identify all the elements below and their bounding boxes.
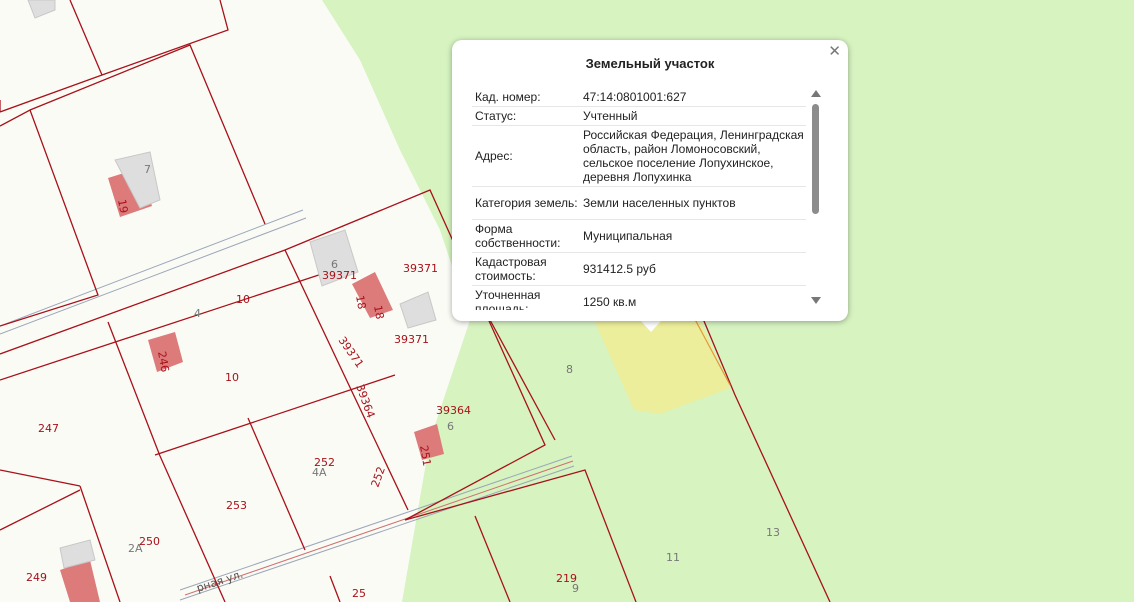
map-label: 249 [26,571,47,584]
table-row: Форма собственности: Муниципальная [472,220,806,253]
map-label: 253 [226,499,247,512]
map-label: 4А [312,466,327,479]
scrollbar-thumb[interactable] [812,104,819,214]
map-label: 39364 [436,404,471,417]
map-label: 19 [115,198,130,214]
scroll-down-icon[interactable] [811,297,821,304]
info-popup: ✕ Земельный участок Кад. номер: 47:14:08… [452,40,848,321]
row-value: 1250 кв.м [583,295,637,309]
map-label: 39371 [336,334,367,370]
map-label: 6 [447,420,454,433]
map-label: 6 [331,258,338,271]
buildings[interactable] [60,168,444,602]
row-key: Уточненная площадь: [475,288,541,310]
row-key: Категория земель: [475,196,578,210]
row-value: 931412.5 руб [583,262,656,276]
map-label: 9 [572,582,579,595]
row-value: Муниципальная [583,229,673,243]
map-label: 18 [371,304,386,320]
scroll-up-icon[interactable] [811,90,821,97]
row-value: 47:14:0801001:627 [583,90,687,104]
map-label: 10 [225,371,239,384]
map-label: 11 [666,551,680,564]
map-label: 39371 [403,262,438,275]
map-label: 18 [353,294,368,310]
map-label: 7 [144,163,151,176]
row-value: Российская Федерация, Ленинградская обла… [583,128,804,184]
map-label: 251 [417,444,433,467]
attributes-table[interactable]: Кад. номер: 47:14:0801001:627 Статус: Уч… [472,88,806,310]
map-label: 8 [566,363,573,376]
table-row: Статус: Учтенный [472,107,806,126]
map-label: 252 [369,465,388,489]
map-label: 25 [352,587,366,600]
table-row: Адрес: Российская Федерация, Ленинградск… [472,126,806,187]
map-label: 39371 [322,269,357,282]
row-value: Земли населенных пунктов [583,196,736,210]
map-label: 13 [766,526,780,539]
popup-title: Земельный участок [585,56,715,71]
popup-scrollbar[interactable] [811,90,821,304]
map-label: 4 [194,307,201,320]
table-row: Категория земель: Земли населенных пункт… [472,187,806,220]
row-key: Адрес: [475,149,513,163]
map-label: 247 [38,422,59,435]
row-key: Кадастровая стоимость: [475,255,547,283]
table-row: Уточненная площадь: 1250 кв.м [472,286,806,310]
row-key: Статус: [475,109,517,123]
table-row: Кад. номер: 47:14:0801001:627 [472,88,806,107]
map-label: 2А [128,542,143,555]
row-value: Учтенный [583,109,638,123]
popup-pointer [640,320,662,332]
map-label: 39371 [394,333,429,346]
map-label: 10 [236,293,250,306]
row-key: Форма собственности: [475,222,561,250]
table-row: Кадастровая стоимость: 931412.5 руб [472,253,806,286]
row-key: Кад. номер: [475,90,541,104]
